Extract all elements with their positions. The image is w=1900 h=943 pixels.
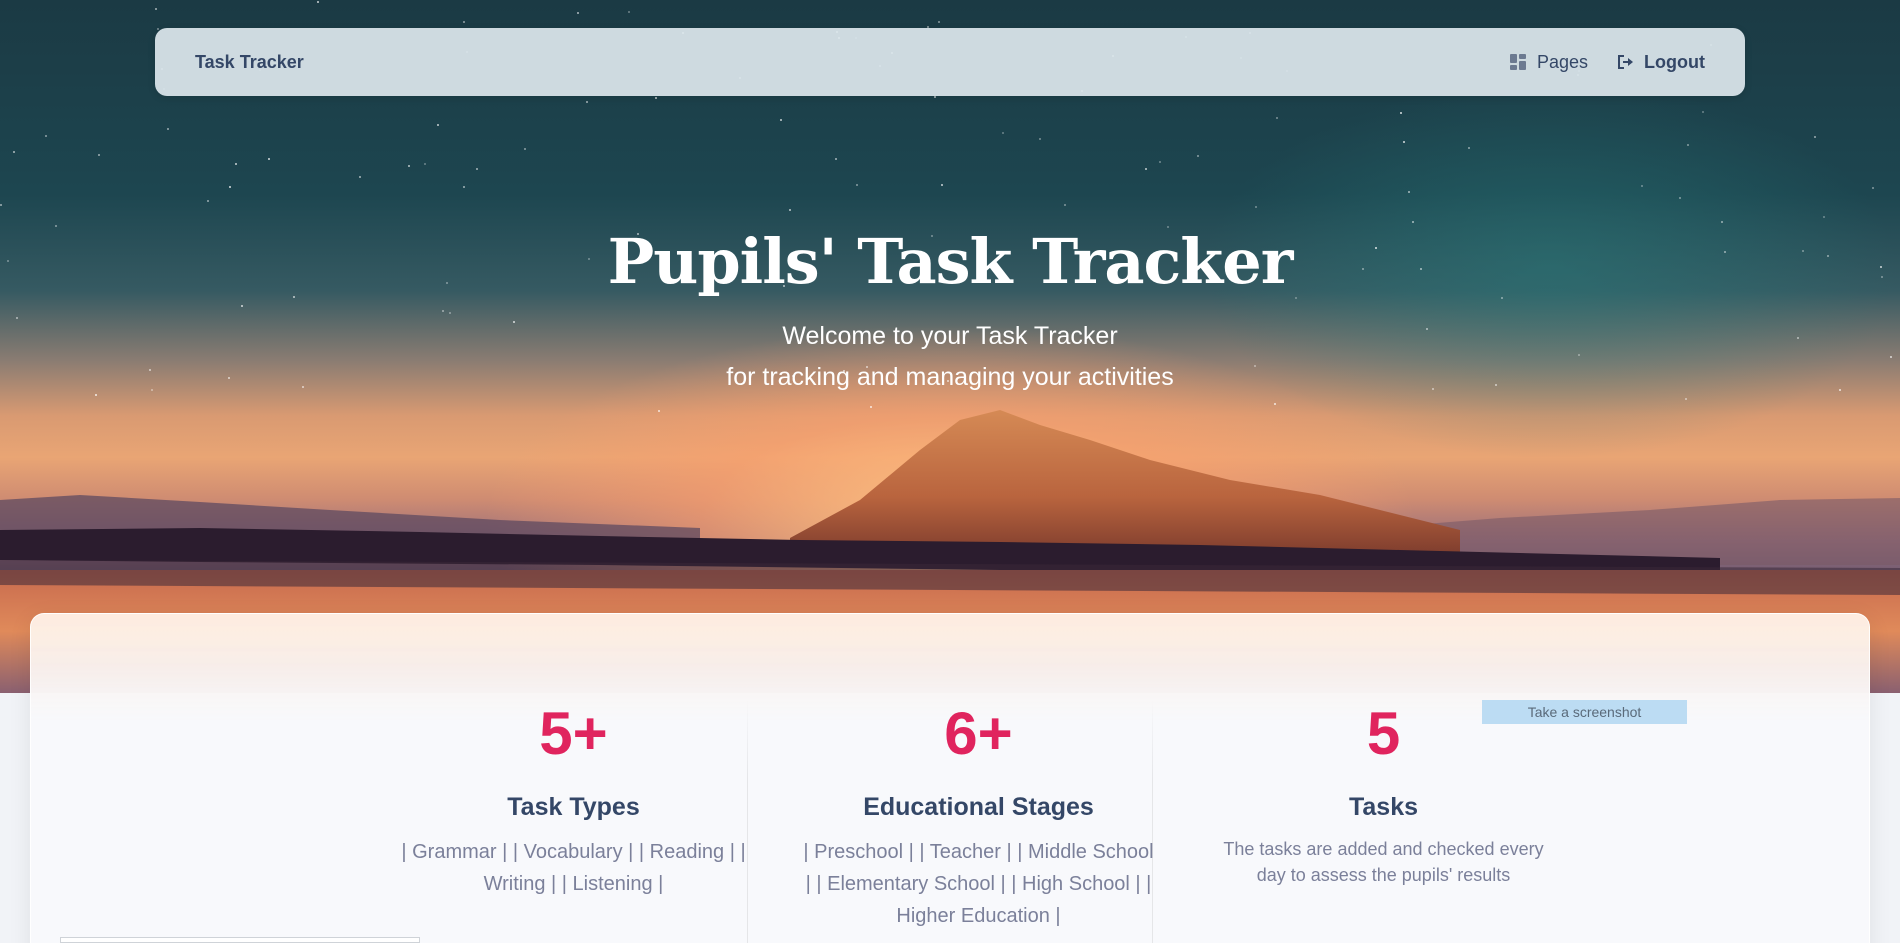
nav-links: Pages Logout	[1509, 52, 1705, 73]
star	[938, 21, 940, 23]
star	[167, 128, 169, 130]
stat-description: | Preschool | | Teacher | | Middle Schoo…	[803, 841, 1154, 927]
take-screenshot-button[interactable]: Take a screenshot	[1482, 700, 1687, 724]
stat-number: 6+	[944, 700, 1013, 767]
star	[359, 176, 361, 178]
divider	[1152, 699, 1153, 943]
star	[1002, 132, 1004, 134]
logout-link-label: Logout	[1644, 51, 1705, 72]
stat-number: 5+	[539, 700, 608, 767]
stat-tasks: 5 Tasks The tasks are added and checked …	[1181, 699, 1586, 888]
bottom-input-bar[interactable]	[60, 937, 420, 943]
star	[1255, 206, 1257, 208]
star	[577, 12, 579, 14]
star	[1468, 147, 1470, 149]
star	[207, 200, 209, 202]
star	[13, 151, 15, 153]
star	[463, 21, 465, 23]
stat-description: The tasks are added and checked every da…	[1223, 839, 1544, 885]
star	[98, 154, 100, 156]
stat-task-types: 5+ Task Types | Grammar | | Vocabulary |…	[371, 699, 776, 900]
star	[789, 209, 791, 211]
star	[586, 101, 588, 103]
star	[780, 119, 782, 121]
star	[1641, 185, 1643, 187]
star	[1679, 197, 1681, 199]
star	[241, 305, 243, 307]
star	[424, 163, 426, 165]
divider	[747, 699, 748, 943]
logout-icon	[1618, 55, 1634, 69]
star	[1823, 216, 1825, 218]
stat-label: Tasks	[1348, 793, 1419, 821]
star	[449, 312, 451, 314]
star	[442, 310, 444, 312]
star	[1408, 191, 1410, 193]
star	[1578, 354, 1580, 356]
star	[317, 1, 319, 3]
star	[437, 124, 439, 126]
star	[1412, 221, 1414, 223]
logout-link[interactable]: Logout	[1616, 52, 1705, 73]
star	[229, 186, 231, 188]
star	[1814, 136, 1816, 138]
stat-label: Educational Stages	[863, 793, 1094, 821]
stat-educational-stages: 6+ Educational Stages | Preschool | | Te…	[776, 699, 1181, 932]
star	[1702, 111, 1704, 113]
stat-label: Task Types	[507, 793, 640, 821]
star	[463, 186, 465, 188]
star	[1064, 204, 1066, 206]
page: Task Tracker Pages Logout Pupils' Task T…	[0, 0, 1900, 943]
top-navbar: Task Tracker Pages Logout	[155, 28, 1745, 96]
brand-link[interactable]: Task Tracker	[195, 52, 304, 73]
dashboard-icon	[1509, 54, 1526, 70]
stat-description: | Grammar | | Vocabulary | | Reading | |…	[401, 841, 746, 895]
star	[1721, 221, 1723, 223]
star	[1145, 168, 1147, 170]
star	[476, 168, 478, 170]
star	[934, 96, 936, 98]
hero-subtitle-line2: for tracking and managing your activitie…	[726, 363, 1174, 391]
star	[628, 11, 630, 13]
star	[1276, 117, 1278, 119]
hero-subtitle-line1: Welcome to your Task Tracker	[782, 322, 1118, 350]
star	[1872, 187, 1874, 189]
star	[1400, 112, 1402, 114]
star	[408, 165, 410, 167]
star	[1403, 141, 1405, 143]
star	[1197, 155, 1199, 157]
star	[524, 148, 526, 150]
pages-link-label: Pages	[1536, 51, 1589, 72]
star	[155, 8, 157, 10]
star	[1890, 356, 1892, 358]
star	[835, 158, 837, 160]
stats-card: 5+ Task Types | Grammar | | Vocabulary |…	[30, 613, 1870, 943]
star	[1159, 161, 1161, 163]
star	[235, 163, 237, 165]
star	[941, 184, 943, 186]
star	[1039, 138, 1041, 140]
star	[268, 158, 270, 160]
star	[655, 97, 657, 99]
pages-link[interactable]: Pages	[1509, 52, 1588, 73]
star	[0, 204, 2, 206]
star	[16, 317, 18, 319]
star	[45, 135, 47, 137]
star	[856, 184, 858, 186]
star	[1687, 144, 1689, 146]
hero-title: Pupils' Task Tracker	[607, 225, 1294, 298]
